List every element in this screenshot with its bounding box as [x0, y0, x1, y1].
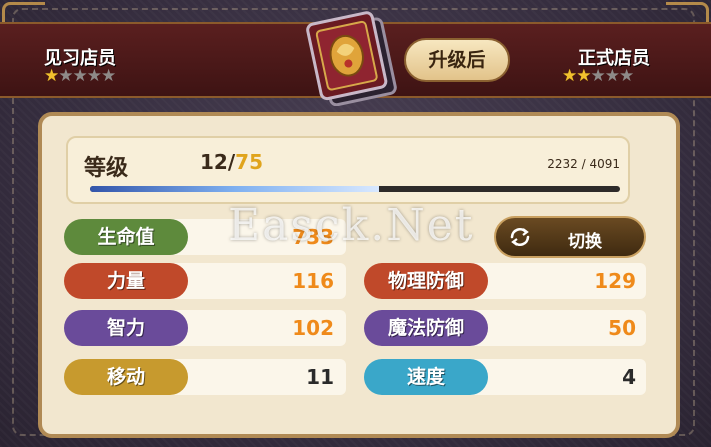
next-rank-stars: ★★★★★: [562, 66, 634, 86]
switch-label: 切换: [568, 232, 602, 252]
stat-label-move: 移动: [64, 359, 188, 395]
stat-value-str: 116: [292, 269, 334, 293]
stat-label-mdef: 魔法防御: [364, 310, 488, 346]
star-icon: ★: [58, 66, 73, 86]
stat-row-int: 智力 102: [64, 310, 346, 346]
star-icon: ★: [44, 66, 59, 86]
current-rank-stars: ★★★★★: [44, 66, 116, 86]
level-label: 等级: [84, 156, 129, 181]
refresh-icon: [510, 228, 530, 246]
stat-value-mdef: 50: [608, 316, 636, 340]
switch-button[interactable]: 切换: [494, 216, 646, 258]
stat-label-spd: 速度: [364, 359, 488, 395]
exp-progress-bar: [90, 186, 620, 192]
stat-value-int: 102: [292, 316, 334, 340]
star-icon: ★: [590, 66, 606, 86]
watermark: Easck.Net: [228, 200, 475, 251]
star-icon: ★: [562, 66, 577, 86]
star-icon: ★: [101, 66, 116, 86]
stat-row-pdef: 物理防御 129: [364, 263, 646, 299]
stat-value-pdef: 129: [594, 269, 636, 293]
stat-row-mdef: 魔法防御 50: [364, 310, 646, 346]
exp-text: 2232 / 4091: [547, 157, 620, 171]
star-icon: ★: [86, 66, 102, 86]
level-current: 12: [200, 150, 228, 174]
level-value: 12/75: [200, 150, 263, 174]
book-emblem-icon: [306, 11, 397, 106]
stat-label-hp: 生命值: [64, 219, 188, 255]
stat-value-move: 11: [306, 365, 334, 389]
star-icon: ★: [604, 66, 620, 86]
stat-row-str: 力量 116: [64, 263, 346, 299]
exp-progress-fill: [90, 186, 380, 192]
stat-row-move: 移动 11: [64, 359, 346, 395]
star-icon: ★: [576, 66, 591, 86]
upgrade-after-label: 升级后: [404, 38, 510, 82]
stat-label-pdef: 物理防御: [364, 263, 488, 299]
level-max: 75: [235, 150, 263, 174]
stat-label-int: 智力: [64, 310, 188, 346]
stat-value-spd: 4: [622, 365, 636, 389]
star-icon: ★: [619, 66, 634, 86]
stat-row-spd: 速度 4: [364, 359, 646, 395]
star-icon: ★: [72, 66, 88, 86]
stat-label-str: 力量: [64, 263, 188, 299]
